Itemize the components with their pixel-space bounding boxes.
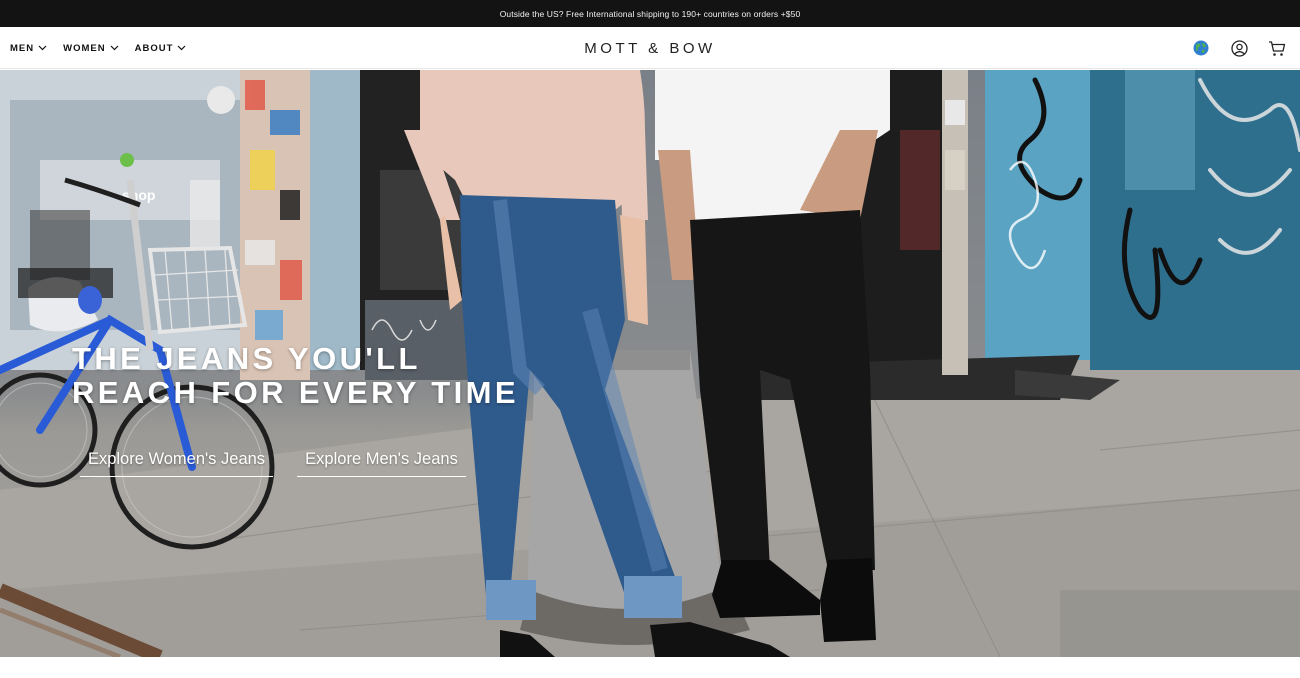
hero-title-line-1: THE JEANS YOU'LL xyxy=(72,341,421,376)
main-nav: MEN WOMEN ABOUT xyxy=(10,27,186,69)
explore-mens-jeans-link[interactable]: Explore Men's Jeans xyxy=(297,443,466,477)
nav-item-label: MEN xyxy=(10,42,35,54)
announcement-bar: Outside the US? Free International shipp… xyxy=(0,0,1300,27)
announcement-text: Outside the US? Free International shipp… xyxy=(499,8,801,19)
header-utilities xyxy=(1192,27,1286,69)
nav-item-label: WOMEN xyxy=(63,42,106,54)
account-icon[interactable] xyxy=(1230,39,1248,57)
explore-womens-jeans-link[interactable]: Explore Women's Jeans xyxy=(80,443,273,477)
chevron-down-icon xyxy=(110,45,119,51)
nav-item-women[interactable]: WOMEN xyxy=(63,42,119,54)
chevron-down-icon xyxy=(38,45,47,51)
nav-item-about[interactable]: ABOUT xyxy=(135,43,187,54)
cart-icon[interactable] xyxy=(1268,39,1286,57)
nav-item-label: ABOUT xyxy=(134,42,174,54)
site-header: MEN WOMEN ABOUT MOTT & BOW xyxy=(0,27,1300,69)
brand-logo[interactable]: MOTT & BOW xyxy=(0,27,1300,69)
nav-item-men[interactable]: MEN xyxy=(10,43,47,54)
brand-logo-text: MOTT & BOW xyxy=(584,39,716,57)
hero-title-line-2: REACH FOR EVERY TIME xyxy=(72,375,519,410)
hero-banner: shop THE JEANS YOU'LL REACH FOR EVERY TI… xyxy=(0,70,1300,657)
page-content-below-hero xyxy=(0,657,1300,678)
globe-icon[interactable] xyxy=(1192,39,1210,57)
chevron-down-icon xyxy=(177,45,186,51)
hero-title: THE JEANS YOU'LL REACH FOR EVERY TIME xyxy=(72,342,552,410)
